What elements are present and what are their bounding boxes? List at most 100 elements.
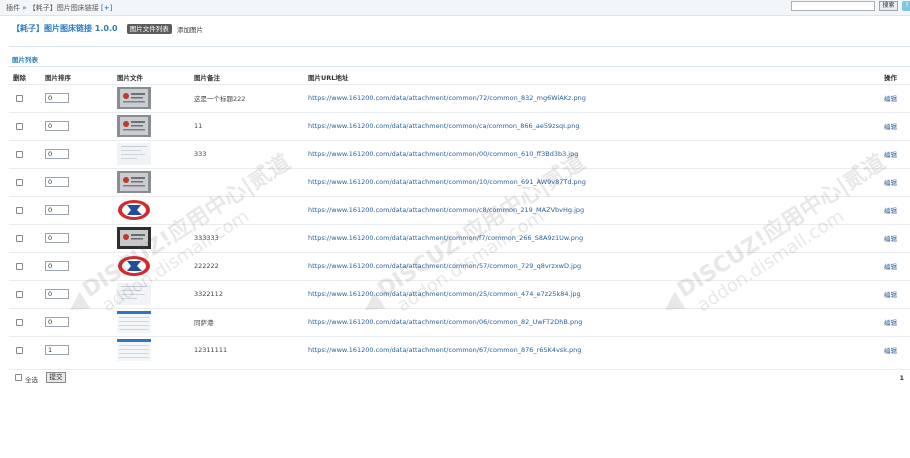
note-cell (190, 195, 304, 224)
order-input[interactable]: 0 (45, 149, 69, 159)
image-thumbnail[interactable] (117, 199, 190, 221)
action-cell: 编辑 (884, 111, 910, 140)
delete-checkbox[interactable] (16, 94, 23, 102)
url-cell: https://www.161200.com/data/attachment/c… (304, 279, 884, 308)
thumbnail-cell (113, 307, 190, 336)
image-url[interactable]: https://www.161200.com/data/attachment/c… (308, 290, 581, 298)
edit-link[interactable]: 编辑 (884, 319, 897, 327)
image-url[interactable]: https://www.161200.com/data/attachment/c… (308, 206, 584, 214)
table-footer: 全选 提交 1 (9, 369, 910, 385)
order-input[interactable]: 0 (45, 205, 69, 215)
image-url[interactable]: https://www.161200.com/data/attachment/c… (308, 262, 581, 270)
image-thumbnail[interactable] (117, 171, 190, 193)
url-cell: https://www.161200.com/data/attachment/c… (304, 223, 884, 252)
order-cell: 1 (41, 335, 113, 364)
url-cell: https://www.161200.com/data/attachment/c… (304, 139, 884, 168)
edit-link[interactable]: 编辑 (884, 263, 897, 271)
table-header-row: 删除 图片排序 图片文件 图片备注 图片URL地址 操作 (9, 70, 910, 84)
delete-checkbox[interactable] (16, 318, 23, 326)
action-cell: 编辑 (884, 139, 910, 168)
delete-cell (9, 279, 41, 308)
delete-checkbox[interactable] (16, 290, 23, 298)
image-thumbnail[interactable] (117, 283, 190, 305)
edit-link[interactable]: 编辑 (884, 179, 897, 187)
column-header-file: 图片文件 (117, 73, 143, 82)
edit-link[interactable]: 编辑 (884, 123, 897, 131)
image-thumbnail[interactable] (117, 339, 190, 362)
image-url[interactable]: https://www.161200.com/data/attachment/c… (308, 94, 586, 102)
table-row: 1 12311111 https://www.161200.com/data/att… (9, 335, 910, 364)
thumbnail-cell (113, 335, 190, 364)
url-cell: https://www.161200.com/data/attachment/c… (304, 111, 884, 140)
divider (9, 66, 910, 67)
url-cell: https://www.161200.com/data/attachment/c… (304, 335, 884, 364)
table-row: 0 3322112 https://www.161200.com/data/atta… (9, 279, 910, 308)
url-cell: https://www.161200.com/data/attachment/c… (304, 83, 884, 112)
delete-checkbox[interactable] (16, 346, 23, 354)
order-input[interactable]: 0 (45, 93, 69, 103)
page-number[interactable]: 1 (899, 374, 904, 382)
thumbnail-cell (113, 251, 190, 280)
delete-checkbox[interactable] (16, 150, 23, 158)
thumbnail-cell (113, 83, 190, 112)
order-input[interactable]: 0 (45, 289, 69, 299)
edit-link[interactable]: 编辑 (884, 207, 897, 215)
image-thumbnail[interactable] (117, 255, 190, 277)
panel-title: 图片列表 (12, 56, 38, 64)
select-all-checkbox[interactable] (15, 374, 22, 381)
url-cell: https://www.161200.com/data/attachment/c… (304, 167, 884, 196)
delete-checkbox[interactable] (16, 178, 23, 186)
order-input[interactable]: 0 (45, 317, 69, 327)
edit-link[interactable]: 编辑 (884, 235, 897, 243)
add-shortcut-link[interactable]: [+] (101, 4, 112, 12)
image-url[interactable]: https://www.161200.com/data/attachment/c… (308, 178, 586, 186)
order-input[interactable]: 0 (45, 233, 69, 243)
order-input[interactable]: 0 (45, 261, 69, 271)
order-input[interactable]: 0 (45, 177, 69, 187)
column-header-delete: 删除 (13, 73, 26, 82)
image-url[interactable]: https://www.161200.com/data/attachment/c… (308, 122, 579, 130)
order-cell: 0 (41, 307, 113, 336)
page-header: 【耗子】图片图床链接 1.0.0 图片文件列表 添加图片 (12, 23, 203, 35)
edit-link[interactable]: 编辑 (884, 95, 897, 103)
delete-cell (9, 307, 41, 336)
image-thumbnail[interactable] (117, 143, 190, 165)
image-url[interactable]: https://www.161200.com/data/attachment/c… (308, 150, 578, 158)
thumbnail-cell (113, 111, 190, 140)
search-button[interactable]: 搜索 (879, 1, 898, 11)
note-cell: 同萨港 (190, 307, 304, 336)
column-header-order: 图片排序 (45, 73, 71, 82)
edit-link[interactable]: 编辑 (884, 347, 897, 355)
delete-checkbox[interactable] (16, 234, 23, 242)
tab-add-image[interactable]: 添加图片 (177, 24, 203, 34)
submit-button[interactable]: 提交 (46, 372, 66, 383)
delete-checkbox[interactable] (16, 262, 23, 270)
order-cell: 0 (41, 195, 113, 224)
table-row: 0 这是一个标题222 https://www.161200.com/data/at… (9, 83, 910, 112)
url-cell: https://www.161200.com/data/attachment/c… (304, 307, 884, 336)
help-icon[interactable]: ? (902, 1, 910, 11)
order-input[interactable]: 1 (45, 345, 69, 356)
column-header-action: 操作 (884, 73, 897, 82)
delete-cell (9, 251, 41, 280)
search-input[interactable] (791, 1, 875, 11)
image-thumbnail[interactable] (117, 311, 190, 333)
image-url[interactable]: https://www.161200.com/data/attachment/c… (308, 234, 583, 242)
table-row: 0 同萨港 https://www.161200.com/data/attachme… (9, 307, 910, 336)
note-cell: 这是一个标题222 (190, 83, 304, 112)
image-thumbnail[interactable] (117, 115, 190, 137)
image-url[interactable]: https://www.161200.com/data/attachment/c… (308, 346, 581, 354)
image-thumbnail[interactable] (117, 227, 190, 249)
edit-link[interactable]: 编辑 (884, 291, 897, 299)
order-cell: 0 (41, 139, 113, 168)
tab-image-list[interactable]: 图片文件列表 (126, 23, 172, 34)
table-row: 0 333 https://www.161200.com/data/attachme… (9, 139, 910, 168)
delete-checkbox[interactable] (16, 122, 23, 130)
table-row: 0 222222 https://www.161200.com/data/attac… (9, 251, 910, 280)
image-thumbnail[interactable] (117, 87, 190, 109)
edit-link[interactable]: 编辑 (884, 151, 897, 159)
image-url[interactable]: https://www.161200.com/data/attachment/c… (308, 318, 582, 326)
delete-checkbox[interactable] (16, 206, 23, 214)
image-table: 删除 图片排序 图片文件 图片备注 图片URL地址 操作 0 这是一个标题222 h… (9, 70, 910, 364)
order-input[interactable]: 0 (45, 121, 69, 131)
